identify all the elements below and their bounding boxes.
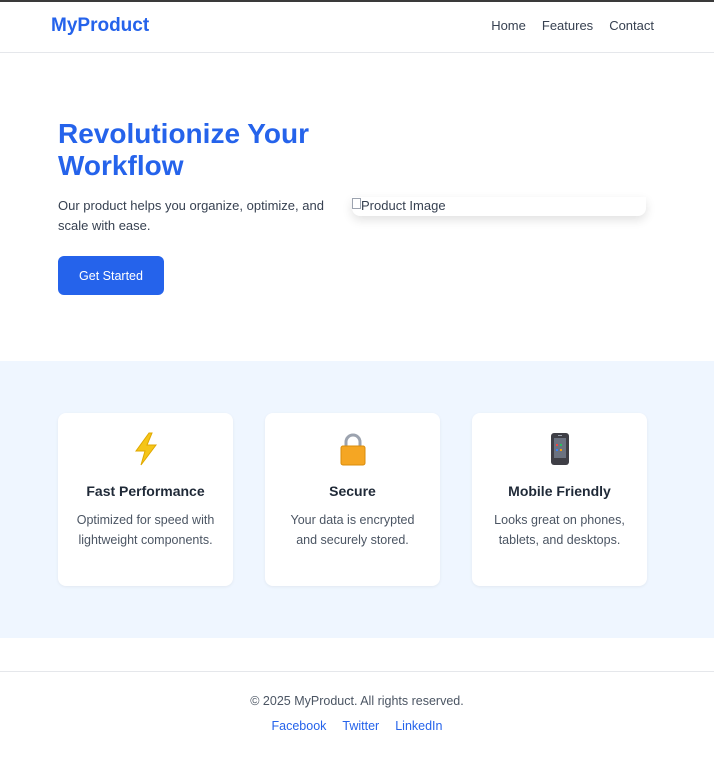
lock-icon: [265, 431, 440, 467]
nav-contact-link[interactable]: Contact: [609, 18, 654, 33]
feature-card-performance: Fast Performance Optimized for speed wit…: [58, 413, 233, 586]
social-links: Facebook Twitter LinkedIn: [0, 719, 714, 733]
feature-description: Your data is encrypted and securely stor…: [290, 513, 415, 547]
copyright-text: © 2025 MyProduct. All rights reserved.: [250, 694, 464, 708]
feature-title: Secure: [329, 483, 376, 499]
main-nav: Home Features Contact: [491, 18, 654, 33]
site-footer: © 2025 MyProduct. All rights reserved. F…: [0, 671, 714, 778]
linkedin-link[interactable]: LinkedIn: [395, 719, 442, 733]
hero-title: Revolutionize Your Workflow: [58, 118, 309, 181]
hero-description: Our product helps you organize, optimize…: [58, 198, 324, 233]
nav-features-link[interactable]: Features: [542, 18, 593, 33]
product-image-alt-text: Product Image: [361, 198, 446, 213]
get-started-button[interactable]: Get Started: [58, 256, 164, 295]
feature-card-mobile: Mobile Friendly Looks great on phones, t…: [472, 413, 647, 586]
facebook-link[interactable]: Facebook: [272, 719, 327, 733]
features-section: Fast Performance Optimized for speed wit…: [0, 361, 714, 638]
feature-card-secure: Secure Your data is encrypted and secure…: [265, 413, 440, 586]
twitter-link[interactable]: Twitter: [342, 719, 379, 733]
feature-title: Mobile Friendly: [508, 483, 611, 499]
feature-title: Fast Performance: [86, 483, 205, 499]
feature-description: Optimized for speed with lightweight com…: [76, 513, 215, 547]
mobile-phone-icon: [472, 431, 647, 467]
logo[interactable]: MyProduct: [51, 15, 149, 37]
product-image: Product Image: [352, 197, 646, 216]
feature-description: Looks great on phones, tablets, and desk…: [494, 513, 625, 547]
lightning-icon: [58, 431, 233, 467]
broken-image-icon: [352, 198, 361, 209]
nav-home-link[interactable]: Home: [491, 18, 526, 33]
site-header: MyProduct Home Features Contact: [0, 2, 714, 53]
